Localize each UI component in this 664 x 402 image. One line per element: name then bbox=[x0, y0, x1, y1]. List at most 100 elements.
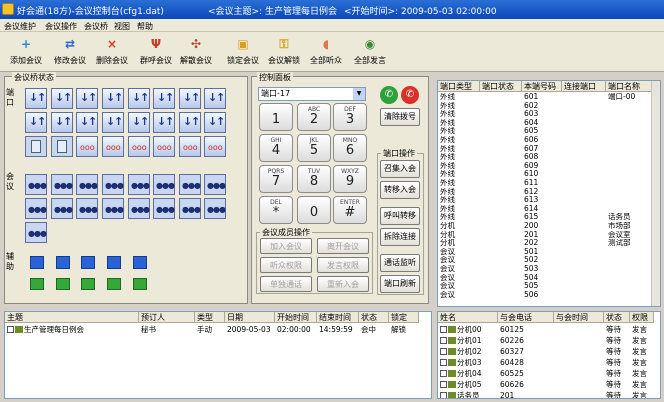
table-row[interactable]: 外线 606 bbox=[438, 136, 652, 145]
port-button[interactable]: ↓ ↑ bbox=[128, 88, 150, 109]
column-header[interactable]: 预订人 bbox=[139, 312, 195, 323]
aux-green-icon[interactable] bbox=[107, 278, 121, 290]
table-row[interactable]: 生产管理每日例会 秘书 手动 2009-05-03 02:00:00 14:59:59 会中… bbox=[5, 324, 419, 335]
row-checkbox[interactable] bbox=[440, 337, 447, 344]
port-button-ringing[interactable]: ooo bbox=[102, 136, 124, 157]
toolbar-button-6[interactable]: ▣ 锁定会议 bbox=[221, 34, 265, 70]
row-checkbox[interactable] bbox=[7, 326, 14, 333]
aux-green-icon[interactable] bbox=[30, 278, 44, 290]
conference-button[interactable]: ●●● bbox=[153, 174, 175, 195]
aux-blue-icon[interactable] bbox=[133, 256, 147, 269]
port-button-ringing[interactable]: ooo bbox=[153, 136, 175, 157]
column-header[interactable]: 开始时间 bbox=[275, 312, 317, 323]
port-op-button[interactable]: 呼叫转移 bbox=[380, 207, 420, 225]
column-header[interactable]: 端口名称 bbox=[606, 81, 652, 92]
table-row[interactable]: 分机05 60626 等待 发言 bbox=[438, 379, 654, 390]
conference-button[interactable]: ●●● bbox=[128, 198, 150, 219]
conference-button[interactable]: ●●● bbox=[204, 198, 226, 219]
column-header[interactable]: 与会时间 bbox=[554, 312, 604, 323]
key-8[interactable]: TUV 8 bbox=[297, 165, 331, 193]
table-row[interactable]: 会议 502 bbox=[438, 256, 652, 265]
port-button[interactable]: ↓ ↑ bbox=[25, 112, 47, 133]
toolbar-button-7[interactable]: ⚿ 会议解锁 bbox=[262, 34, 306, 70]
port-button[interactable]: ↓ ↑ bbox=[153, 88, 175, 109]
toolbar-button-2[interactable]: ⇄ 修改会议 bbox=[48, 34, 92, 70]
table-row[interactable]: 分机03 60428 等待 发言 bbox=[438, 357, 654, 368]
conference-button[interactable]: ●●● bbox=[76, 174, 98, 195]
member-op-button[interactable]: 单独通话 bbox=[260, 276, 312, 292]
table-row[interactable]: 外线 609 bbox=[438, 162, 652, 171]
port-button[interactable]: ↓ ↑ bbox=[179, 88, 201, 109]
table-row[interactable]: 外线 615 话务员 bbox=[438, 213, 652, 222]
row-checkbox[interactable] bbox=[440, 370, 447, 377]
table-row[interactable]: 外线 611 bbox=[438, 179, 652, 188]
conference-button[interactable]: ●●● bbox=[128, 174, 150, 195]
port-button[interactable]: ↓ ↑ bbox=[128, 112, 150, 133]
aux-blue-icon[interactable] bbox=[81, 256, 95, 269]
table-row[interactable]: 外线 602 bbox=[438, 102, 652, 111]
vertical-scrollbar[interactable] bbox=[651, 81, 660, 306]
clear-dial-button[interactable]: 清除拨号 bbox=[380, 108, 420, 126]
column-header[interactable]: 连接端口 bbox=[562, 81, 606, 92]
row-checkbox[interactable] bbox=[440, 392, 447, 398]
row-checkbox[interactable] bbox=[440, 381, 447, 388]
key-11[interactable]: 0 bbox=[297, 196, 331, 224]
port-button[interactable]: ↓ ↑ bbox=[179, 112, 201, 133]
port-op-button[interactable]: 端口刷新 bbox=[380, 275, 420, 293]
aux-green-icon[interactable] bbox=[81, 278, 95, 290]
call-hangup-icon[interactable]: ✆ bbox=[401, 86, 419, 104]
table-row[interactable]: 会议 505 bbox=[438, 282, 652, 291]
toolbar-button-4[interactable]: Ψ 群呼会议 bbox=[134, 34, 178, 70]
table-row[interactable]: 外线 612 bbox=[438, 188, 652, 197]
table-row[interactable]: 外线 607 bbox=[438, 145, 652, 154]
port-button[interactable]: ↓ ↑ bbox=[102, 112, 124, 133]
column-header[interactable]: 锁定 bbox=[389, 312, 419, 323]
column-header[interactable]: 与会电话 bbox=[498, 312, 554, 323]
table-row[interactable]: 外线 601 端口-00 bbox=[438, 93, 652, 102]
conference-button[interactable]: ●●● bbox=[25, 222, 47, 243]
port-button[interactable]: ↓ ↑ bbox=[76, 112, 98, 133]
toolbar-button-5[interactable]: ✣ 解散会议 bbox=[174, 34, 218, 70]
port-button[interactable]: ↓ ↑ bbox=[153, 112, 175, 133]
table-row[interactable]: 外线 613 bbox=[438, 196, 652, 205]
port-button[interactable]: ↓ ↑ bbox=[102, 88, 124, 109]
key-2[interactable]: ABC 2 bbox=[297, 103, 331, 131]
table-row[interactable]: 分机 202 测试部 bbox=[438, 239, 652, 248]
port-button-idle[interactable] bbox=[25, 136, 47, 157]
port-op-button[interactable]: 召集入会 bbox=[380, 160, 420, 178]
key-1[interactable]: 1 bbox=[259, 103, 293, 131]
port-button-idle[interactable] bbox=[51, 136, 73, 157]
column-header[interactable]: 权限 bbox=[630, 312, 654, 323]
table-row[interactable]: 分机02 60327 等待 发言 bbox=[438, 346, 654, 357]
conference-button[interactable]: ●●● bbox=[179, 174, 201, 195]
table-row[interactable]: 分机 200 市场部 bbox=[438, 222, 652, 231]
member-op-button[interactable]: 听众权限 bbox=[260, 257, 312, 273]
column-header[interactable]: 结束时间 bbox=[317, 312, 359, 323]
port-button-ringing[interactable]: ooo bbox=[179, 136, 201, 157]
conference-button[interactable]: ●●● bbox=[102, 174, 124, 195]
aux-blue-icon[interactable] bbox=[30, 256, 44, 269]
table-row[interactable]: 外线 605 bbox=[438, 127, 652, 136]
port-button[interactable]: ↓ ↑ bbox=[76, 88, 98, 109]
member-op-button[interactable]: 发言权限 bbox=[317, 257, 369, 273]
toolbar-button-8[interactable]: ◖ 全部听众 bbox=[304, 34, 348, 70]
member-op-button[interactable]: 离开会议 bbox=[317, 238, 369, 254]
key-6[interactable]: MNO 6 bbox=[333, 134, 367, 162]
key-5[interactable]: JKL 5 bbox=[297, 134, 331, 162]
menu-view[interactable]: 视图 bbox=[114, 21, 130, 32]
row-checkbox[interactable] bbox=[440, 348, 447, 355]
table-row[interactable]: 外线 610 bbox=[438, 170, 652, 179]
aux-green-icon[interactable] bbox=[56, 278, 70, 290]
menu-bridge[interactable]: 会议桥 bbox=[84, 21, 108, 32]
port-op-button[interactable]: 转移入会 bbox=[380, 181, 420, 199]
conference-button[interactable]: ●●● bbox=[102, 198, 124, 219]
port-button[interactable]: ↓ ↑ bbox=[204, 88, 226, 109]
table-row[interactable]: 会议 501 bbox=[438, 248, 652, 257]
aux-blue-icon[interactable] bbox=[107, 256, 121, 269]
port-button[interactable]: ↓ ↑ bbox=[51, 88, 73, 109]
port-button[interactable]: ↓ ↑ bbox=[51, 112, 73, 133]
table-row[interactable]: 分机00 60125 等待 发言 bbox=[438, 324, 654, 335]
port-op-button[interactable]: 拆除连接 bbox=[380, 228, 420, 246]
table-row[interactable]: 分机 201 会议室 bbox=[438, 231, 652, 240]
key-3[interactable]: DEF 3 bbox=[333, 103, 367, 131]
